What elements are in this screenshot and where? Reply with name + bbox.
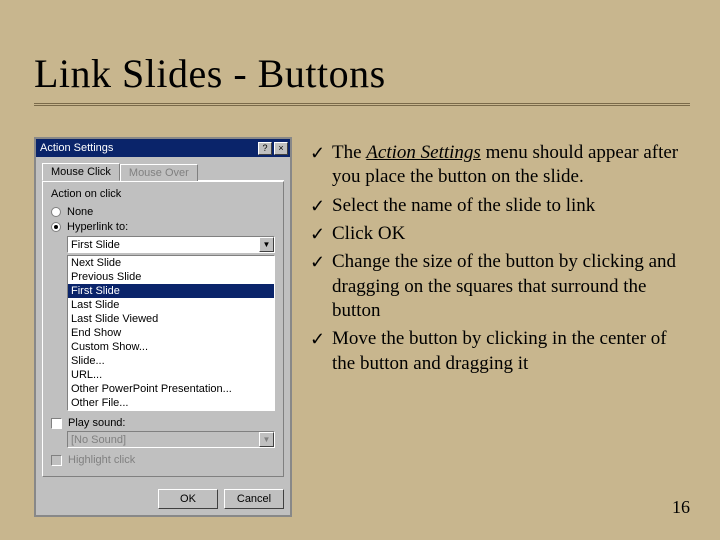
bullet-text: Move the button by clicking in the cente… <box>332 327 682 376</box>
list-item[interactable]: End Show <box>68 326 274 340</box>
play-sound-row[interactable]: Play sound: <box>51 417 275 429</box>
chevron-down-icon: ▼ <box>259 432 274 447</box>
hyperlink-dropdown[interactable]: First Slide ▼ <box>67 236 275 253</box>
bullet-text: Select the name of the slide to link <box>332 194 595 218</box>
sound-value: [No Sound] <box>71 434 126 446</box>
list-item[interactable]: Last Slide Viewed <box>68 312 274 326</box>
radio-none-label: None <box>67 206 93 218</box>
tab-mouse-click[interactable]: Mouse Click <box>42 163 120 181</box>
checkmark-icon: ✓ <box>310 142 332 191</box>
tab-strip: Mouse Click Mouse Over <box>42 163 284 181</box>
list-item[interactable]: Other PowerPoint Presentation... <box>68 382 274 396</box>
bullet-text: Change the size of the button by clickin… <box>332 250 682 323</box>
list-item[interactable]: Previous Slide <box>68 270 274 284</box>
bullet-text: The Action Settings menu should appear a… <box>332 141 682 190</box>
checkmark-icon: ✓ <box>310 223 332 247</box>
title-divider <box>34 103 690 107</box>
list-item[interactable]: URL... <box>68 368 274 382</box>
close-button[interactable]: × <box>274 142 288 155</box>
bullet-text: Click OK <box>332 222 405 246</box>
bullet-item: ✓ The Action Settings menu should appear… <box>310 141 682 190</box>
tab-panel: Action on click None Hyperlink to: First… <box>42 181 284 477</box>
slide-title: Link Slides - Buttons <box>34 50 700 97</box>
list-item[interactable]: Custom Show... <box>68 340 274 354</box>
bullet-item: ✓ Click OK <box>310 222 682 246</box>
dialog-titlebar: Action Settings ? × <box>36 139 290 157</box>
action-settings-dialog: Action Settings ? × Mouse Click Mouse Ov… <box>34 137 292 517</box>
hyperlink-listbox[interactable]: Next Slide Previous Slide First Slide La… <box>67 255 275 411</box>
play-sound-checkbox[interactable] <box>51 418 62 429</box>
radio-none[interactable] <box>51 207 61 217</box>
slide: Link Slides - Buttons Action Settings ? … <box>0 0 720 540</box>
bullet-item: ✓ Move the button by clicking in the cen… <box>310 327 682 376</box>
tab-mouse-over[interactable]: Mouse Over <box>120 164 198 181</box>
checkmark-icon: ✓ <box>310 195 332 219</box>
play-sound-label: Play sound: <box>68 417 125 429</box>
content-row: Action Settings ? × Mouse Click Mouse Ov… <box>20 137 700 517</box>
bullet-item: ✓ Select the name of the slide to link <box>310 194 682 218</box>
radio-hyperlink[interactable] <box>51 222 61 232</box>
list-item[interactable]: Next Slide <box>68 256 274 270</box>
highlight-checkbox <box>51 455 62 466</box>
ok-button[interactable]: OK <box>158 489 218 509</box>
radio-hyperlink-row[interactable]: Hyperlink to: <box>51 221 275 233</box>
radio-none-row[interactable]: None <box>51 206 275 218</box>
list-item[interactable]: Slide... <box>68 354 274 368</box>
bullet-item: ✓ Change the size of the button by click… <box>310 250 682 323</box>
hyperlink-value: First Slide <box>71 239 120 251</box>
page-number: 16 <box>672 497 690 518</box>
radio-hyperlink-label: Hyperlink to: <box>67 221 128 233</box>
help-button[interactable]: ? <box>258 142 272 155</box>
checkmark-icon: ✓ <box>310 328 332 377</box>
checkmark-icon: ✓ <box>310 251 332 324</box>
chevron-down-icon[interactable]: ▼ <box>259 237 274 252</box>
list-item-selected[interactable]: First Slide <box>68 284 274 298</box>
section-label: Action on click <box>51 188 275 200</box>
sound-dropdown: [No Sound] ▼ <box>67 431 275 448</box>
list-item[interactable]: Other File... <box>68 396 274 410</box>
cancel-button[interactable]: Cancel <box>224 489 284 509</box>
dialog-button-row: OK Cancel <box>36 483 290 515</box>
dialog-title: Action Settings <box>40 142 113 154</box>
highlight-row: Highlight click <box>51 454 275 466</box>
bullet-list: ✓ The Action Settings menu should appear… <box>310 137 686 517</box>
list-item[interactable]: Last Slide <box>68 298 274 312</box>
highlight-label: Highlight click <box>68 454 135 466</box>
